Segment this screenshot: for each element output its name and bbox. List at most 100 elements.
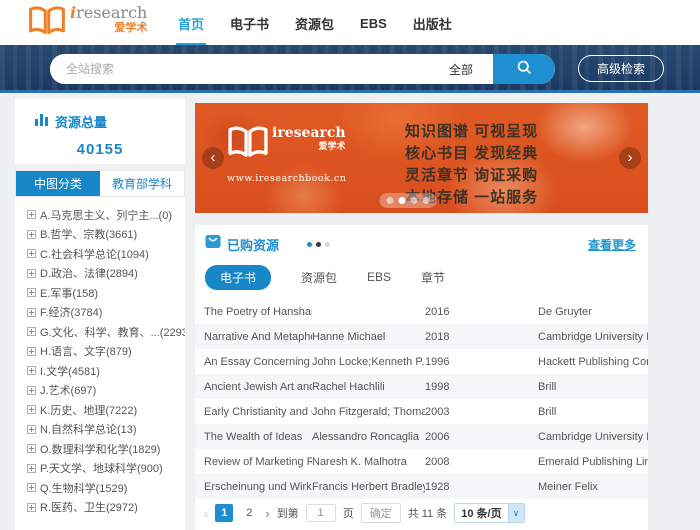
category-label: I.文学(4581) [40,363,100,379]
indicator-dot[interactable] [316,242,321,247]
goto-confirm-button[interactable]: 确定 [361,503,401,523]
purchased-indicator-dots[interactable] [307,242,330,247]
cell-title[interactable]: Ancient Jewish Art and A... [195,381,312,393]
category-label: O.数理科学和化学(1829) [40,441,160,457]
total-count-label: 共 11 条 [408,505,448,521]
table-row[interactable]: Early Christianity and Cla... John Fitzg… [195,399,648,424]
pagination: ‹ 1 2 › 到第 页 确定 共 11 条 10 条/页 ∨ [204,503,525,523]
category-item[interactable]: B.哲学、宗教(3661) [27,225,185,245]
category-item[interactable]: D.政治、法律(2894) [27,264,185,284]
cell-year: 1996 [425,356,538,368]
table-row[interactable]: Ancient Jewish Art and A... Rachel Hachl… [195,374,648,399]
search-scope-dropdown[interactable]: 全部 [439,61,493,78]
category-label: P.天文学、地球科学(900) [40,460,163,476]
category-item[interactable]: G.文化、科学、教育、...(2293) [27,322,185,342]
carousel-next-button[interactable]: › [619,147,641,169]
category-item[interactable]: A.马克思主义、列宁主...(0) [27,205,185,225]
banner-logo-subtitle: 爱学术 [272,142,346,151]
carousel-dot[interactable] [422,197,429,204]
next-page-button[interactable]: › [265,506,269,521]
cell-title[interactable]: Review of Marketing Re... [195,456,312,468]
tab-resource-pack[interactable]: 资源包 [301,269,337,286]
category-item[interactable]: O.数理科学和化学(1829) [27,439,185,459]
category-item[interactable]: R.医药、卫生(2972) [27,498,185,518]
expand-icon[interactable] [27,327,36,336]
category-item[interactable]: E.军事(158) [27,283,185,303]
cell-author: Francis Herbert Bradley [312,481,425,493]
expand-icon[interactable] [27,249,36,258]
carousel-dot[interactable] [410,197,417,204]
search-button[interactable] [493,54,555,84]
indicator-dot[interactable] [307,242,312,247]
table-row[interactable]: Narrative And Metaphor... Hanne Michael … [195,324,648,349]
per-page-select[interactable]: 10 条/页 ∨ [454,503,524,523]
category-item[interactable]: C.社会科学总论(1094) [27,244,185,264]
tab-ebs[interactable]: EBS [367,270,391,284]
carousel-prev-button[interactable]: ‹ [202,147,224,169]
cell-title[interactable]: The Poetry of Hanshan (... [195,306,312,318]
carousel-dot[interactable] [386,197,393,204]
cell-title[interactable]: Early Christianity and Cla... [195,406,312,418]
expand-icon[interactable] [27,230,36,239]
category-label: G.文化、科学、教育、...(2293) [40,324,185,340]
cell-author: Naresh K. Malhotra [312,456,425,468]
cell-title[interactable]: Erscheinung und Wirklic... [195,481,312,493]
expand-icon[interactable] [27,483,36,492]
category-item[interactable]: P.天文学、地球科学(900) [27,459,185,479]
category-item[interactable]: F.经济(3784) [27,303,185,323]
banner-logo-brand: research [277,125,345,141]
table-row[interactable]: Erscheinung und Wirklic... Francis Herbe… [195,474,648,499]
cell-title[interactable]: An Essay Concerning Hu... [195,356,312,368]
carousel-dots[interactable] [379,193,436,208]
tab-ebook[interactable]: 电子书 [205,265,271,290]
category-item[interactable]: H.语言、文字(879) [27,342,185,362]
advanced-search-button[interactable]: 高级检索 [578,55,664,82]
site-logo[interactable]: iresearch 爱学术 [28,5,147,41]
expand-icon[interactable] [27,464,36,473]
expand-icon[interactable] [27,425,36,434]
expand-icon[interactable] [27,386,36,395]
category-item[interactable]: Q.生物科学(1529) [27,478,185,498]
expand-icon[interactable] [27,210,36,219]
cell-title[interactable]: Narrative And Metaphor... [195,331,312,343]
expand-icon[interactable] [27,503,36,512]
nav-home[interactable]: 首页 [176,1,206,45]
view-more-link[interactable]: 查看更多 [588,236,636,253]
table-row[interactable]: The Wealth of Ideas Alessandro Roncaglia… [195,424,648,449]
prev-page-button[interactable]: ‹ [204,506,208,521]
category-item[interactable]: J.艺术(697) [27,381,185,401]
expand-icon[interactable] [27,366,36,375]
nav-resource-packs[interactable]: 资源包 [293,1,336,45]
expand-icon[interactable] [27,308,36,317]
page-button-1[interactable]: 1 [215,504,233,522]
category-item[interactable]: N.自然科学总论(13) [27,420,185,440]
nav-publishers[interactable]: 出版社 [411,1,454,45]
tab-chapter[interactable]: 章节 [421,269,445,286]
per-page-value: 10 条/页 [455,505,507,521]
resource-total-value: 40155 [15,141,185,158]
cell-title[interactable]: The Wealth of Ideas [195,431,312,443]
tab-clc-classification[interactable]: 中图分类 [16,171,100,196]
purchased-bag-icon [205,234,221,254]
table-row[interactable]: An Essay Concerning Hu... John Locke;Ken… [195,349,648,374]
tab-moe-discipline[interactable]: 教育部学科 [100,171,184,196]
nav-ebs[interactable]: EBS [358,3,389,43]
nav-ebooks[interactable]: 电子书 [228,1,271,45]
category-item[interactable]: K.历史、地理(7222) [27,400,185,420]
expand-icon[interactable] [27,347,36,356]
category-label: H.语言、文字(879) [40,343,132,359]
category-label: Q.生物科学(1529) [40,480,127,496]
expand-icon[interactable] [27,405,36,414]
table-row[interactable]: The Poetry of Hanshan (... 2016 De Gruyt… [195,299,648,324]
expand-icon[interactable] [27,444,36,453]
goto-page-input[interactable] [306,504,336,522]
page-button-2[interactable]: 2 [240,504,258,522]
search-input[interactable] [50,54,439,84]
expand-icon[interactable] [27,269,36,278]
table-row[interactable]: Review of Marketing Re... Naresh K. Malh… [195,449,648,474]
indicator-dot[interactable] [325,242,330,247]
carousel-dot-active[interactable] [398,197,405,204]
category-item[interactable]: I.文学(4581) [27,361,185,381]
category-label: K.历史、地理(7222) [40,402,137,418]
expand-icon[interactable] [27,288,36,297]
